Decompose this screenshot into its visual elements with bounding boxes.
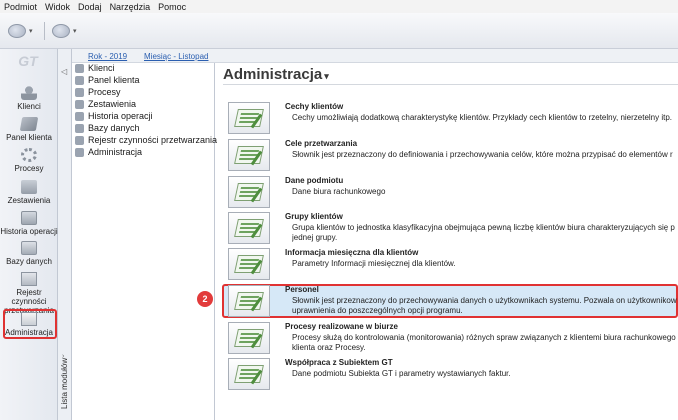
highlight-administracja bbox=[3, 309, 57, 339]
toolbar: ▾ ▾ bbox=[0, 13, 678, 49]
step-badge-2: 2 bbox=[197, 291, 213, 307]
register-icon bbox=[21, 272, 37, 286]
processes-icon bbox=[21, 148, 37, 162]
chevron-down-icon: ▾ bbox=[324, 71, 329, 81]
menu-narzedzia[interactable]: Narzędzia bbox=[110, 2, 151, 12]
menu-podmiot[interactable]: Podmiot bbox=[4, 2, 37, 12]
back-button[interactable]: ▾ bbox=[8, 20, 42, 42]
document-edit-icon bbox=[228, 139, 270, 171]
clients-icon bbox=[75, 63, 84, 73]
filter-bar: Rok - 2019 Miesiąc - Listopad bbox=[72, 49, 678, 63]
chevron-down-icon: ▾ bbox=[29, 28, 33, 35]
nav-label: Panel klienta bbox=[6, 133, 52, 142]
history-icon bbox=[75, 111, 84, 121]
clients-icon bbox=[21, 86, 37, 100]
menu-widok[interactable]: Widok bbox=[45, 2, 70, 12]
module-item-procesy[interactable]: Procesy bbox=[75, 87, 121, 97]
document-edit-icon bbox=[228, 358, 270, 390]
nav-label: Bazy danych bbox=[6, 257, 52, 266]
nav-label: Historia operacji bbox=[0, 227, 58, 236]
administration-icon bbox=[75, 147, 84, 157]
module-item-rejestr[interactable]: Rejestr czynności przetwarzania bbox=[75, 135, 217, 145]
nav-item-klienci[interactable]: Klienci bbox=[0, 86, 58, 111]
forward-button[interactable]: ▾ bbox=[52, 20, 86, 42]
month-filter-link[interactable]: Miesiąc - Listopad bbox=[144, 52, 208, 61]
nav-item-procesy[interactable]: Procesy bbox=[0, 148, 58, 173]
module-item-historia-operacji[interactable]: Historia operacji bbox=[75, 111, 153, 121]
module-item-administracja[interactable]: Administracja bbox=[75, 147, 142, 157]
nav-item-panel-klienta[interactable]: Panel klienta bbox=[0, 117, 58, 142]
app-logo: GT bbox=[18, 53, 38, 69]
client-panel-icon bbox=[19, 117, 39, 131]
nav-label: Klienci bbox=[17, 102, 41, 111]
processes-icon bbox=[75, 87, 84, 97]
module-item-panel-klienta[interactable]: Panel klienta bbox=[75, 75, 140, 85]
module-list-strip[interactable]: ◁ › › Lista modułów bbox=[58, 49, 72, 420]
nav-item-bazy-danych[interactable]: Bazy danych bbox=[0, 241, 58, 266]
module-item-bazy-danych[interactable]: Bazy danych bbox=[75, 123, 140, 133]
nav-item-zestawienia[interactable]: Zestawienia bbox=[0, 180, 58, 205]
reports-icon bbox=[75, 99, 84, 109]
document-edit-icon bbox=[228, 248, 270, 280]
back-icon bbox=[8, 24, 26, 38]
nav-label: Procesy bbox=[14, 164, 44, 173]
document-edit-icon bbox=[228, 102, 270, 134]
module-item-zestawienia[interactable]: Zestawienia bbox=[75, 99, 136, 109]
menu-bar: Podmiot Widok Dodaj Narzędzia Pomoc bbox=[0, 0, 678, 13]
nav-label: Zestawienia bbox=[7, 196, 51, 205]
register-icon bbox=[75, 135, 84, 145]
chevron-down-icon: ▾ bbox=[73, 28, 77, 35]
history-icon bbox=[21, 211, 37, 225]
pin-icon[interactable]: ◁ bbox=[61, 67, 67, 76]
forward-icon bbox=[52, 24, 70, 38]
document-edit-icon bbox=[228, 176, 270, 208]
reports-icon bbox=[21, 180, 37, 194]
menu-dodaj[interactable]: Dodaj bbox=[78, 2, 102, 12]
menu-pomoc[interactable]: Pomoc bbox=[158, 2, 186, 12]
document-edit-icon bbox=[228, 322, 270, 354]
module-item-klienci[interactable]: Klienci bbox=[75, 63, 115, 73]
document-edit-icon bbox=[228, 212, 270, 244]
databases-icon bbox=[21, 241, 37, 255]
year-filter-link[interactable]: Rok - 2019 bbox=[88, 52, 127, 61]
page-title[interactable]: Administracja ▾ bbox=[223, 66, 329, 83]
client-panel-icon bbox=[75, 75, 84, 85]
strip-label: Lista modułów bbox=[60, 357, 69, 409]
title-divider bbox=[223, 84, 678, 85]
toolbar-separator bbox=[44, 22, 45, 40]
nav-item-historia-operacji[interactable]: Historia operacji bbox=[0, 211, 58, 236]
document-edit-icon bbox=[228, 285, 270, 317]
databases-icon bbox=[75, 123, 84, 133]
